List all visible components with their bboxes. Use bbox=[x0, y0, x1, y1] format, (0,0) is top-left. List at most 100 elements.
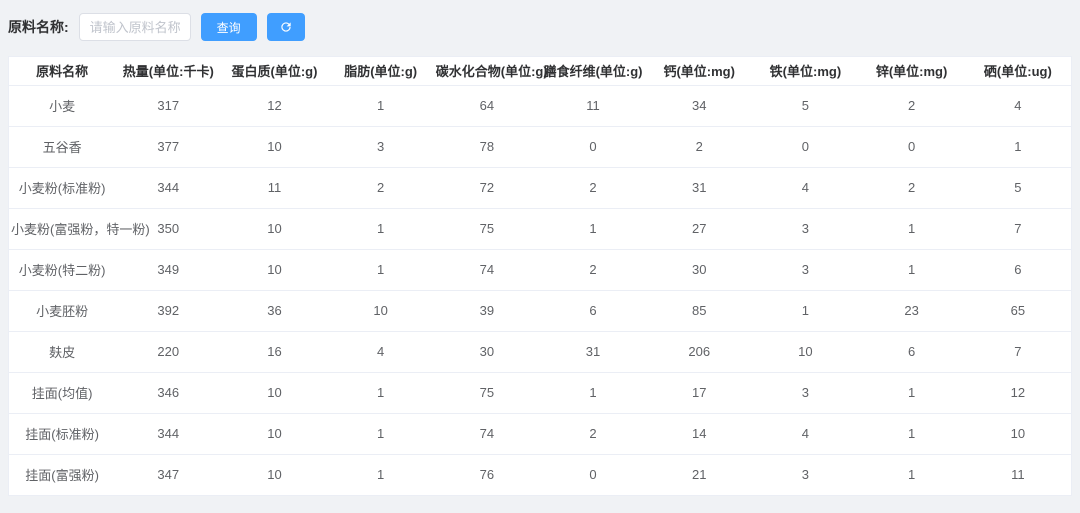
value-cell: 17 bbox=[646, 372, 752, 413]
value-cell: 1 bbox=[328, 85, 434, 126]
value-cell: 2 bbox=[540, 413, 646, 454]
value-cell: 12 bbox=[221, 85, 327, 126]
table-header-row: 原料名称热量(单位:千卡)蛋白质(单位:g)脂肪(单位:g)碳水化合物(单位:g… bbox=[9, 57, 1071, 85]
value-cell: 1 bbox=[859, 454, 965, 495]
value-cell: 75 bbox=[434, 208, 540, 249]
value-cell: 65 bbox=[965, 290, 1071, 331]
table-row: 小麦317121641134524 bbox=[9, 85, 1071, 126]
value-cell: 16 bbox=[221, 331, 327, 372]
value-cell: 344 bbox=[115, 167, 221, 208]
table-row: 挂面(均值)346101751173112 bbox=[9, 372, 1071, 413]
value-cell: 0 bbox=[752, 126, 858, 167]
column-header: 钙(单位:mg) bbox=[646, 57, 752, 85]
value-cell: 220 bbox=[115, 331, 221, 372]
ingredient-name-input[interactable] bbox=[79, 13, 191, 41]
value-cell: 27 bbox=[646, 208, 752, 249]
value-cell: 1 bbox=[540, 372, 646, 413]
value-cell: 3 bbox=[752, 208, 858, 249]
table-row: 小麦粉(富强粉，特一粉)35010175127317 bbox=[9, 208, 1071, 249]
value-cell: 1 bbox=[859, 249, 965, 290]
value-cell: 3 bbox=[752, 372, 858, 413]
value-cell: 1 bbox=[859, 208, 965, 249]
value-cell: 31 bbox=[646, 167, 752, 208]
ingredient-name-cell: 麸皮 bbox=[9, 331, 115, 372]
value-cell: 1 bbox=[859, 372, 965, 413]
value-cell: 72 bbox=[434, 167, 540, 208]
table-row: 麸皮22016430312061067 bbox=[9, 331, 1071, 372]
ingredient-name-cell: 小麦胚粉 bbox=[9, 290, 115, 331]
value-cell: 344 bbox=[115, 413, 221, 454]
column-header: 原料名称 bbox=[9, 57, 115, 85]
value-cell: 4 bbox=[328, 331, 434, 372]
refresh-button[interactable] bbox=[267, 13, 305, 41]
value-cell: 4 bbox=[965, 85, 1071, 126]
value-cell: 21 bbox=[646, 454, 752, 495]
column-header: 蛋白质(单位:g) bbox=[221, 57, 327, 85]
value-cell: 10 bbox=[221, 249, 327, 290]
column-header: 热量(单位:千卡) bbox=[115, 57, 221, 85]
refresh-icon bbox=[279, 20, 293, 34]
value-cell: 75 bbox=[434, 372, 540, 413]
value-cell: 6 bbox=[965, 249, 1071, 290]
table-row: 五谷香3771037802001 bbox=[9, 126, 1071, 167]
value-cell: 11 bbox=[965, 454, 1071, 495]
value-cell: 6 bbox=[540, 290, 646, 331]
column-header: 铁(单位:mg) bbox=[752, 57, 858, 85]
value-cell: 1 bbox=[328, 208, 434, 249]
value-cell: 39 bbox=[434, 290, 540, 331]
ingredient-name-cell: 小麦粉(特二粉) bbox=[9, 249, 115, 290]
value-cell: 10 bbox=[221, 208, 327, 249]
value-cell: 1 bbox=[328, 413, 434, 454]
table-row: 小麦粉(标准粉)34411272231425 bbox=[9, 167, 1071, 208]
value-cell: 74 bbox=[434, 413, 540, 454]
ingredient-name-cell: 挂面(富强粉) bbox=[9, 454, 115, 495]
value-cell: 1 bbox=[540, 208, 646, 249]
value-cell: 3 bbox=[752, 454, 858, 495]
value-cell: 1 bbox=[328, 372, 434, 413]
ingredient-name-label: 原料名称: bbox=[8, 17, 69, 37]
ingredient-name-cell: 挂面(均值) bbox=[9, 372, 115, 413]
column-header: 脂肪(单位:g) bbox=[328, 57, 434, 85]
value-cell: 11 bbox=[540, 85, 646, 126]
value-cell: 10 bbox=[752, 331, 858, 372]
value-cell: 5 bbox=[752, 85, 858, 126]
value-cell: 7 bbox=[965, 331, 1071, 372]
value-cell: 10 bbox=[221, 454, 327, 495]
value-cell: 74 bbox=[434, 249, 540, 290]
value-cell: 10 bbox=[328, 290, 434, 331]
value-cell: 0 bbox=[540, 454, 646, 495]
column-header: 膳食纤维(单位:g) bbox=[540, 57, 646, 85]
value-cell: 10 bbox=[221, 413, 327, 454]
value-cell: 31 bbox=[540, 331, 646, 372]
query-button[interactable]: 查询 bbox=[201, 13, 257, 41]
value-cell: 2 bbox=[859, 167, 965, 208]
value-cell: 2 bbox=[540, 167, 646, 208]
value-cell: 1 bbox=[752, 290, 858, 331]
value-cell: 1 bbox=[859, 413, 965, 454]
value-cell: 206 bbox=[646, 331, 752, 372]
value-cell: 1 bbox=[328, 249, 434, 290]
value-cell: 10 bbox=[221, 126, 327, 167]
value-cell: 4 bbox=[752, 413, 858, 454]
value-cell: 2 bbox=[540, 249, 646, 290]
value-cell: 34 bbox=[646, 85, 752, 126]
value-cell: 7 bbox=[965, 208, 1071, 249]
value-cell: 3 bbox=[752, 249, 858, 290]
value-cell: 64 bbox=[434, 85, 540, 126]
value-cell: 78 bbox=[434, 126, 540, 167]
value-cell: 1 bbox=[965, 126, 1071, 167]
value-cell: 10 bbox=[221, 372, 327, 413]
table-row: 挂面(标准粉)344101742144110 bbox=[9, 413, 1071, 454]
ingredient-name-cell: 小麦粉(标准粉) bbox=[9, 167, 115, 208]
value-cell: 85 bbox=[646, 290, 752, 331]
value-cell: 349 bbox=[115, 249, 221, 290]
ingredient-name-cell: 挂面(标准粉) bbox=[9, 413, 115, 454]
value-cell: 2 bbox=[328, 167, 434, 208]
value-cell: 1 bbox=[328, 454, 434, 495]
table-row: 小麦胚粉39236103968512365 bbox=[9, 290, 1071, 331]
value-cell: 30 bbox=[646, 249, 752, 290]
nutrition-table: 原料名称热量(单位:千卡)蛋白质(单位:g)脂肪(单位:g)碳水化合物(单位:g… bbox=[9, 57, 1071, 495]
value-cell: 23 bbox=[859, 290, 965, 331]
value-cell: 76 bbox=[434, 454, 540, 495]
value-cell: 14 bbox=[646, 413, 752, 454]
